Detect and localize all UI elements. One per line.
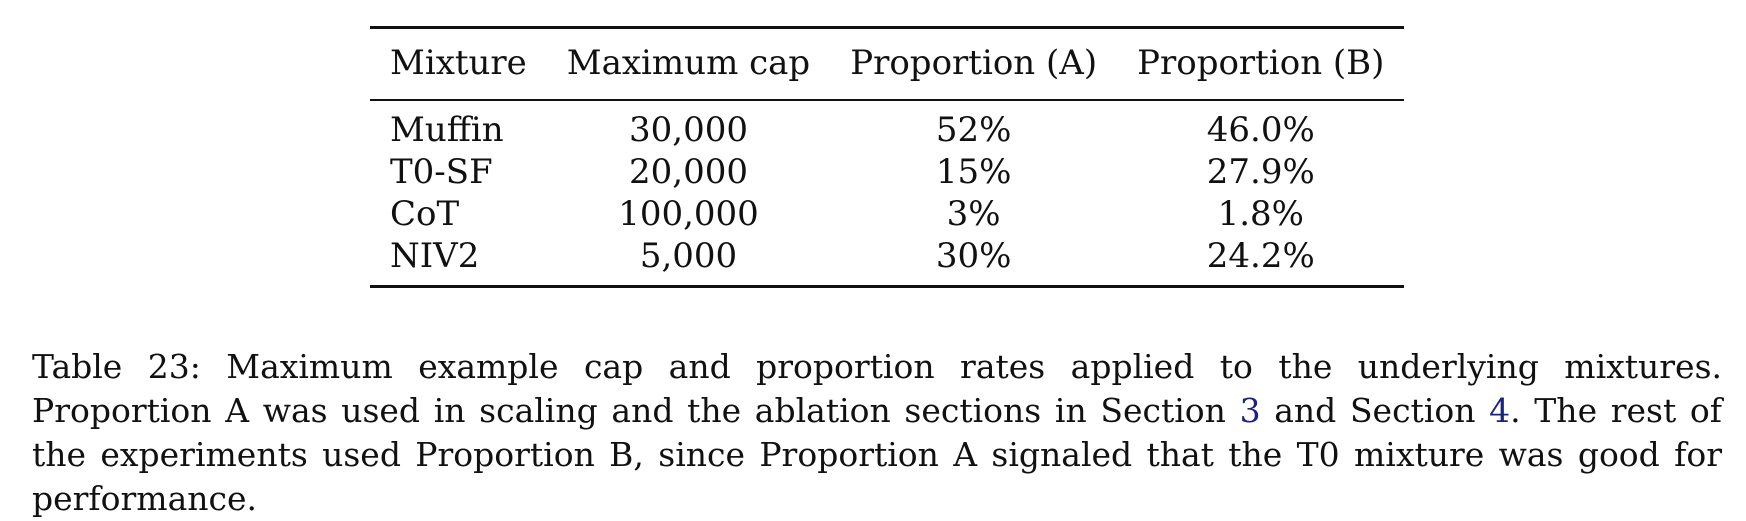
data-table-container: Mixture Maximum cap Proportion (A) Propo…: [370, 26, 1405, 288]
cell-mixture: NIV2: [390, 236, 480, 276]
cell-mixture: Muffin: [390, 110, 504, 150]
table-header-row: Mixture Maximum cap Proportion (A) Propo…: [370, 27, 1405, 100]
cell-proportion-b: 1.8%: [1217, 194, 1304, 234]
table-row: NIV2 5,000 30% 24.2%: [370, 235, 1405, 287]
cell-maximum-cap: 20,000: [629, 152, 748, 192]
header-proportion-a: Proportion (A): [850, 43, 1098, 83]
mixture-proportion-table: Mixture Maximum cap Proportion (A) Propo…: [370, 26, 1405, 288]
cell-proportion-a: 30%: [935, 236, 1012, 276]
cell-proportion-a: 15%: [935, 152, 1012, 192]
cell-mixture: CoT: [390, 194, 460, 234]
cell-proportion-b: 24.2%: [1206, 236, 1315, 276]
cell-maximum-cap: 100,000: [618, 194, 759, 234]
cell-maximum-cap: 5,000: [639, 236, 738, 276]
cell-proportion-a: 52%: [935, 110, 1012, 150]
caption-text: and Section: [1260, 391, 1490, 430]
cell-proportion-b: 27.9%: [1206, 152, 1315, 192]
cell-mixture: T0-SF: [390, 152, 493, 192]
table-row: CoT 100,000 3% 1.8%: [370, 193, 1404, 235]
cell-proportion-b: 46.0%: [1206, 110, 1315, 150]
table-row: T0-SF 20,000 15% 27.9%: [370, 151, 1404, 193]
table-row: Muffin 30,000 52% 46.0%: [370, 100, 1404, 151]
table-caption: Table 23: Maximum example cap and propor…: [32, 345, 1722, 521]
header-mixture: Mixture: [390, 43, 527, 83]
header-maximum-cap: Maximum cap: [566, 43, 811, 83]
section-4-link[interactable]: 4: [1489, 391, 1510, 430]
cell-maximum-cap: 30,000: [629, 110, 748, 150]
section-3-link[interactable]: 3: [1240, 391, 1261, 430]
cell-proportion-a: 3%: [946, 194, 1001, 234]
header-proportion-b: Proportion (B): [1137, 43, 1385, 83]
